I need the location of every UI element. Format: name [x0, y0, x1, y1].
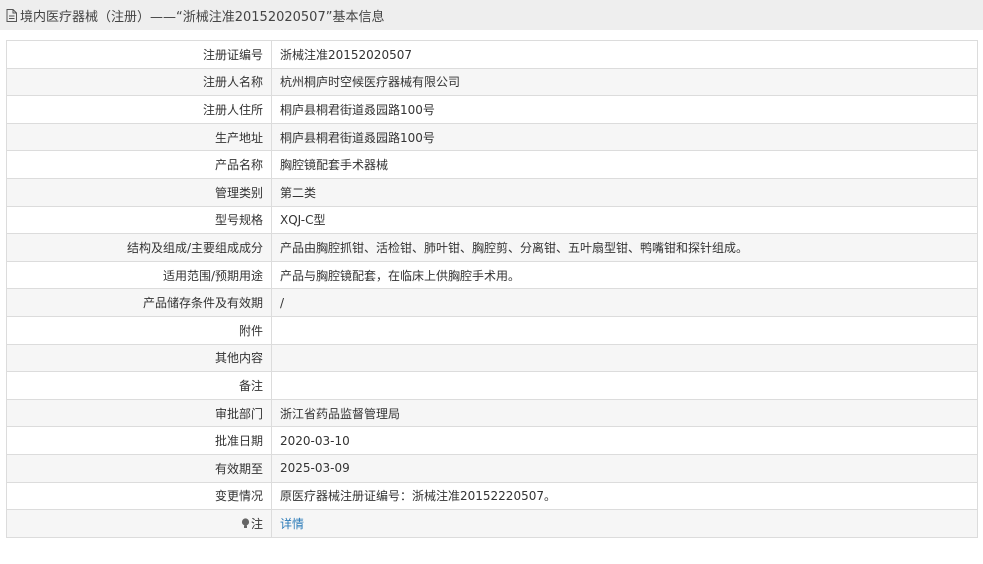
- field-value: 胸腔镜配套手术器械: [271, 150, 978, 179]
- table-row: 备注: [6, 371, 978, 400]
- field-value: 第二类: [271, 177, 978, 207]
- field-label: 备注: [6, 371, 272, 400]
- field-label: 其他内容: [6, 343, 272, 373]
- details-link[interactable]: 详情: [280, 517, 304, 531]
- table-row: 附件: [6, 315, 978, 345]
- field-value: 产品与胸腔镜配套，在临床上供胸腔手术用。: [271, 260, 978, 290]
- field-label: 产品储存条件及有效期: [6, 288, 272, 317]
- page-header: 境内医疗器械（注册）——“浙械注准20152020507”基本信息: [0, 0, 983, 30]
- field-label: 有效期至: [6, 453, 272, 483]
- table-row: 注册证编号 浙械注准20152020507: [6, 40, 978, 69]
- field-value: 杭州桐庐时空候医疗器械有限公司: [271, 67, 978, 97]
- note-label-cell: 注: [6, 509, 272, 538]
- field-label: 注册人住所: [6, 95, 272, 124]
- field-value: 浙械注准20152020507: [271, 40, 978, 69]
- field-label: 变更情况: [6, 481, 272, 511]
- field-value: [271, 371, 978, 400]
- table-row: 批准日期 2020-03-10: [6, 426, 978, 455]
- field-value: 浙江省药品监督管理局: [271, 398, 978, 428]
- field-label: 结构及组成/主要组成成分: [6, 233, 272, 262]
- field-value: [271, 343, 978, 373]
- field-label: 型号规格: [6, 205, 272, 235]
- lightbulb-icon: [241, 518, 250, 528]
- document-icon: [6, 8, 17, 22]
- note-label: 注: [250, 516, 263, 531]
- field-label: 注册人名称: [6, 67, 272, 97]
- field-value: 产品由胸腔抓钳、活检钳、肺叶钳、胸腔剪、分离钳、五叶扇型钳、鸭嘴钳和探针组成。: [271, 233, 978, 262]
- field-label: 生产地址: [6, 122, 272, 152]
- note-value-cell: 详情: [271, 509, 978, 538]
- table-row: 变更情况 原医疗器械注册证编号：浙械注准20152220507。: [6, 481, 978, 511]
- table-row: 生产地址 桐庐县桐君街道叒园路100号: [6, 122, 978, 152]
- field-value: /: [271, 288, 978, 317]
- field-label: 适用范围/预期用途: [6, 260, 272, 290]
- field-value: 2020-03-10: [271, 426, 978, 455]
- field-value: 桐庐县桐君街道叒园路100号: [271, 122, 978, 152]
- field-label: 审批部门: [6, 398, 272, 428]
- table-row: 产品储存条件及有效期 /: [6, 288, 978, 317]
- table-row: 审批部门 浙江省药品监督管理局: [6, 398, 978, 428]
- table-row: 管理类别 第二类: [6, 177, 978, 207]
- table-row: 注册人住所 桐庐县桐君街道叒园路100号: [6, 95, 978, 124]
- field-value: 原医疗器械注册证编号：浙械注准20152220507。: [271, 481, 978, 511]
- field-value: XQJ-C型: [271, 205, 978, 235]
- field-value: 桐庐县桐君街道叒园路100号: [271, 95, 978, 124]
- field-label: 产品名称: [6, 150, 272, 179]
- table-row: 有效期至 2025-03-09: [6, 453, 978, 483]
- field-value: [271, 315, 978, 345]
- field-label: 注册证编号: [6, 40, 272, 69]
- table-row: 结构及组成/主要组成成分 产品由胸腔抓钳、活检钳、肺叶钳、胸腔剪、分离钳、五叶扇型…: [6, 233, 978, 262]
- table-row: 型号规格 XQJ-C型: [6, 205, 978, 235]
- table-row: 适用范围/预期用途 产品与胸腔镜配套，在临床上供胸腔手术用。: [6, 260, 978, 290]
- field-label: 批准日期: [6, 426, 272, 455]
- table-row: 其他内容: [6, 343, 978, 373]
- field-label: 附件: [6, 315, 272, 345]
- table-row: 注册人名称 杭州桐庐时空候医疗器械有限公司: [6, 67, 978, 97]
- note-row: 注 详情: [6, 509, 978, 538]
- page-title: 境内医疗器械（注册）——“浙械注准20152020507”基本信息: [20, 9, 385, 25]
- table-row: 产品名称 胸腔镜配套手术器械: [6, 150, 978, 179]
- info-table: 注册证编号 浙械注准20152020507 注册人名称 杭州桐庐时空候医疗器械有限公司…: [6, 40, 978, 538]
- field-value: 2025-03-09: [271, 453, 978, 483]
- field-label: 管理类别: [6, 177, 272, 207]
